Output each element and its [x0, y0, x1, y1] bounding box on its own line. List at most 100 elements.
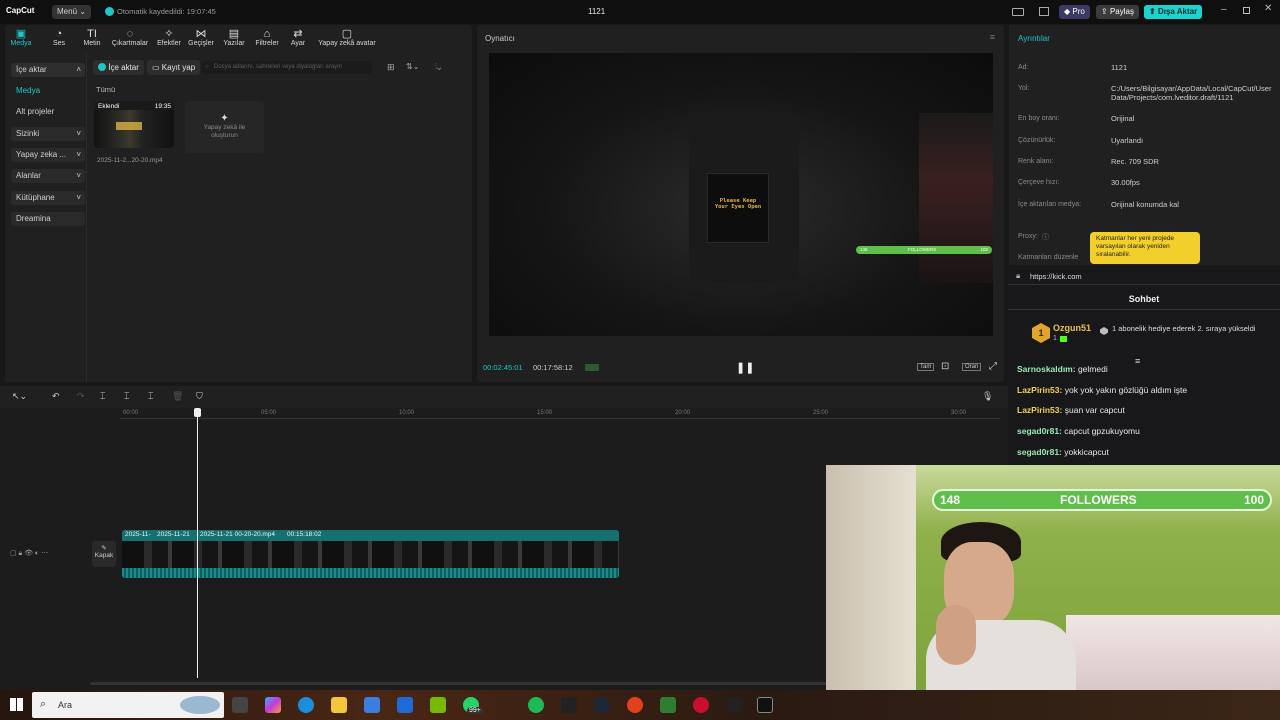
split-left-icon[interactable]: ⌶	[124, 391, 129, 402]
audio-meter-icon	[585, 364, 599, 371]
tab-stickers[interactable]: ◌ Çıkartmalar	[109, 28, 151, 47]
gift-icon	[1060, 336, 1067, 342]
share-button[interactable]: ⇪ Paylaş	[1096, 5, 1139, 19]
redo-icon[interactable]: ↷	[77, 391, 85, 402]
close-icon[interactable]: ✕	[1264, 3, 1272, 14]
tab-effects[interactable]: ✧ Efektler	[154, 28, 184, 47]
pro-button[interactable]: ◆ Pro	[1059, 5, 1090, 19]
copilot-icon[interactable]	[265, 697, 281, 713]
sidebar-item-spaces[interactable]: Alanlar ˅	[11, 169, 85, 183]
windows-taskbar: ⌕ Ara 99+	[0, 690, 1280, 720]
text-icon: TI	[87, 28, 97, 40]
spotify-icon[interactable]	[528, 697, 544, 713]
sidebar-item-media[interactable]: Medya	[11, 84, 85, 98]
select-tool-icon[interactable]: ↖⌄	[12, 391, 27, 402]
chat-username[interactable]: segad0r81:	[1017, 426, 1062, 436]
track-lock-icon[interactable]: ▢ 🔒︎ 👁︎ 🔈︎ ⋯	[10, 549, 48, 558]
outlook-icon[interactable]	[397, 697, 413, 713]
tab-transitions[interactable]: ⋈ Geçişler	[186, 28, 216, 47]
info-icon[interactable]: ⓘ	[1042, 232, 1049, 242]
sort-icon[interactable]: ⇅⌄	[406, 62, 419, 71]
tab-media[interactable]: ▣ Medya	[10, 28, 32, 47]
menu-button[interactable]: Menü ⌄	[52, 5, 91, 19]
chevron-down-icon[interactable]: ≡	[1135, 356, 1140, 366]
media-clip-thumbnail[interactable]: Eklendi 19:35	[94, 101, 174, 148]
steam-icon[interactable]	[594, 697, 610, 713]
layout-icon[interactable]	[1012, 8, 1024, 16]
person	[926, 520, 1076, 690]
chat-message: segad0r81: capcut gpzukuyomu	[1017, 426, 1140, 436]
ruler-line	[120, 418, 1000, 419]
ai-create-card[interactable]: ✦ Yapay zekâ ile oluşturun	[185, 101, 264, 153]
chat-username[interactable]: segad0r81:	[1017, 447, 1062, 457]
current-time: 00:02:45:01	[483, 363, 523, 372]
task-view-icon[interactable]	[232, 697, 248, 713]
share-icon: ⇪	[1101, 7, 1108, 16]
playhead-handle[interactable]	[194, 408, 201, 417]
record-button[interactable]: ▭ Kayıt yap	[147, 60, 201, 75]
fullscreen-icon[interactable]: ⤢	[989, 361, 997, 372]
sidebar-item-subprojects[interactable]: Alt projeler	[11, 105, 85, 119]
app-icon[interactable]	[693, 697, 709, 713]
tab-text[interactable]: TI Metin	[78, 28, 106, 47]
fit-button[interactable]: Tam	[917, 363, 935, 371]
marker-icon[interactable]: ⛉	[196, 391, 203, 402]
sidebar-item-yours[interactable]: Sizinki ˅	[11, 127, 85, 141]
sidebar-item-dreamina[interactable]: Dreamina	[11, 212, 85, 226]
import-label: İçe aktar	[108, 63, 139, 72]
capcut-taskbar-icon[interactable]	[757, 697, 773, 713]
app-icon[interactable]	[660, 697, 676, 713]
filter-icon[interactable]: ⫶⌄	[435, 62, 441, 72]
microphone-icon[interactable]: 🎙︎	[982, 391, 993, 402]
file-explorer-icon[interactable]	[331, 697, 347, 713]
sidebar-item-library[interactable]: Kütüphane ˅	[11, 191, 85, 205]
media-icon: ▣	[15, 28, 27, 40]
menu-label: Menü	[57, 7, 78, 16]
sidebar-item-ai[interactable]: Yapay zeka ... ˅	[11, 148, 85, 162]
ruler-label: 25:00	[813, 410, 829, 416]
chat-username[interactable]: LazPirin53:	[1017, 405, 1062, 415]
playhead[interactable]	[197, 408, 198, 678]
windows-start-icon[interactable]	[10, 698, 23, 711]
chat-message: Sarnoskaldım: gelmedi	[1017, 364, 1108, 374]
tab-adjust[interactable]: ⇄ Ayar	[287, 28, 309, 47]
import-button[interactable]: İçe aktar	[93, 60, 144, 75]
filter-all[interactable]: Tümü	[96, 85, 115, 94]
tab-ai-avatar[interactable]: ▢ Yapay zekâ avatar	[314, 28, 380, 47]
taskbar-search[interactable]: ⌕ Ara	[32, 692, 224, 718]
video-preview[interactable]: Please Keep Your Eyes Open 148 FOLLOWERS…	[489, 53, 993, 336]
snapshot-icon[interactable]: ⊡	[941, 361, 949, 372]
sidebar-item-import[interactable]: İçe aktar ˄	[11, 63, 85, 77]
detail-val-path: C:/Users/Bilgisayar/AppData/Local/CapCut…	[1111, 84, 1272, 102]
store-icon[interactable]	[364, 697, 380, 713]
split-right-icon[interactable]: ⌶	[148, 391, 153, 402]
chat-username[interactable]: Sarnoskaldım:	[1017, 364, 1076, 374]
app-icon[interactable]	[627, 697, 643, 713]
delete-icon[interactable]: 🗑︎	[172, 391, 183, 402]
tab-captions[interactable]: ▤ Yazılar	[220, 28, 248, 47]
minimize-icon[interactable]: –	[1221, 4, 1227, 15]
shortcuts-icon[interactable]	[1039, 7, 1049, 16]
search-input[interactable]: ○ Dosya adlarını, sahneleri veya diyalogl…	[202, 61, 372, 74]
cover-button[interactable]: ✎ Kapak	[92, 541, 116, 567]
menu-icon[interactable]: ≡	[990, 32, 995, 42]
export-button[interactable]: ⬆ Dışa Aktar	[1144, 5, 1203, 19]
pause-button[interactable]: ❚❚	[736, 361, 754, 374]
timeline-scrollbar[interactable]	[90, 682, 826, 685]
epic-games-icon[interactable]	[561, 697, 577, 713]
obs-icon[interactable]	[726, 697, 742, 713]
undo-icon[interactable]: ↶	[52, 391, 60, 402]
tab-audio[interactable]: ◔ Ses	[48, 28, 70, 47]
maximize-icon[interactable]	[1243, 7, 1250, 14]
grid-view-icon[interactable]: ⊞	[387, 62, 395, 73]
nvidia-icon[interactable]	[430, 697, 446, 713]
split-icon[interactable]: ⌶	[100, 391, 105, 402]
ratio-button[interactable]: Oran	[962, 363, 982, 371]
tab-filters[interactable]: ⌂ Filtreler	[252, 28, 282, 47]
chevron-down-icon: ˅	[76, 150, 81, 159]
chat-username[interactable]: LazPirin53:	[1017, 385, 1062, 395]
pinned-username[interactable]: Ozgun51	[1053, 323, 1091, 333]
edge-icon[interactable]	[298, 697, 314, 713]
transition-icon: ⋈	[195, 28, 207, 40]
detail-key-fps: Çerçeve hızı:	[1018, 179, 1060, 186]
